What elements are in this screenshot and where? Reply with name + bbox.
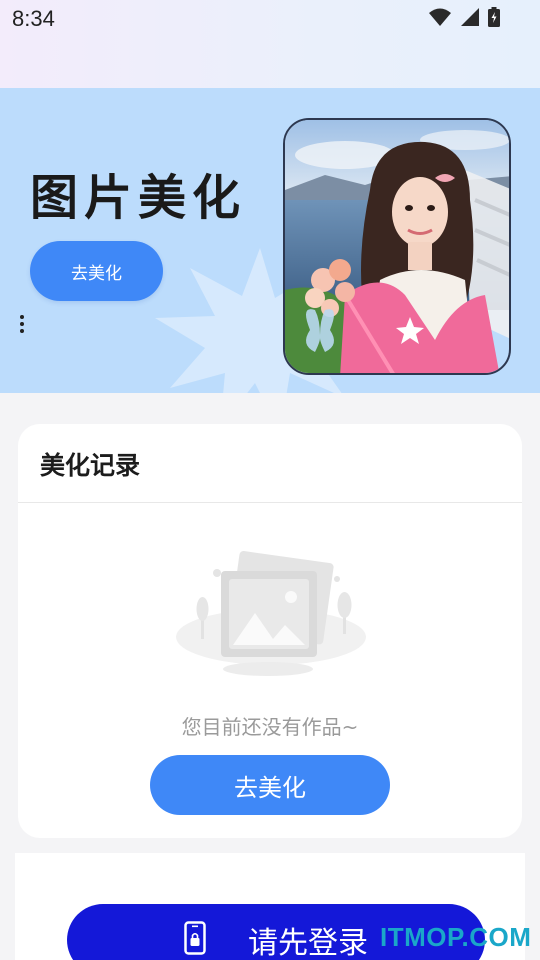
status-bar: 8:34 xyxy=(0,0,540,88)
portrait-photo xyxy=(283,118,511,375)
login-label: 请先登录 xyxy=(248,926,368,960)
cell-signal-icon xyxy=(460,7,480,27)
banner-title: 图片美化 xyxy=(30,170,247,226)
status-time: 8:34 xyxy=(12,6,55,31)
status-icons xyxy=(428,7,500,27)
wifi-icon xyxy=(428,7,452,27)
empty-gallery-icon xyxy=(176,551,366,676)
history-beautify-button[interactable]: 去美化 xyxy=(150,755,390,815)
history-title: 美化记录 xyxy=(40,451,141,480)
banner-beautify-button[interactable]: 去美化 xyxy=(30,241,163,301)
app-screen: 8:34 图片美化 去美化 美化记录 您目前还没有作品~ 去美化 请先登录 IT… xyxy=(0,0,540,960)
promo-banner: 图片美化 去美化 xyxy=(0,88,540,393)
card-divider xyxy=(18,502,522,503)
battery-icon xyxy=(488,7,500,27)
watermark: ITMOP.COM xyxy=(380,922,532,952)
empty-state-text: 您目前还没有作品~ xyxy=(181,715,359,739)
history-card: 美化记录 您目前还没有作品~ 去美化 xyxy=(18,424,522,838)
more-options-icon[interactable] xyxy=(16,315,28,337)
phone-lock-icon xyxy=(184,921,206,959)
